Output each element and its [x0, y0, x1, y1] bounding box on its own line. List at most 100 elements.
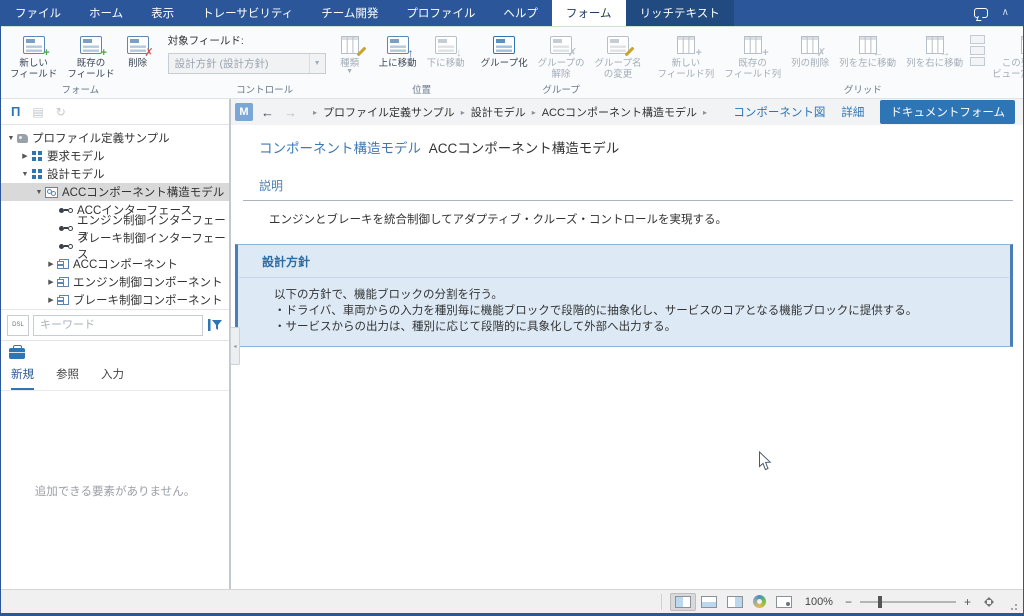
existing-field-column-button[interactable]: + 既存の フィールド列: [719, 29, 786, 82]
delete-column-button[interactable]: ✗ 列の削除: [786, 29, 834, 71]
arrow-down-icon: ↓: [456, 48, 462, 59]
description-text[interactable]: エンジンとブレーキを統合制御してアダプティブ・クルーズ・コントロールを実現する。: [269, 213, 1013, 228]
tab-view[interactable]: 表示: [137, 0, 188, 26]
breadcrumb-item[interactable]: プロファイル定義サンプル: [323, 104, 455, 120]
single-pane-icon: [675, 596, 691, 608]
move-down-button[interactable]: ↓ 下に移動: [422, 29, 470, 71]
close-pane-button[interactable]: [771, 593, 797, 611]
zoom-slider[interactable]: [860, 601, 956, 603]
existing-field-button[interactable]: + 既存の フィールド: [62, 29, 119, 82]
policy-section-header[interactable]: 設計方針: [238, 245, 1010, 277]
layout-single-pane-button[interactable]: [670, 593, 696, 611]
expander-icon[interactable]: ▼: [19, 171, 31, 178]
model-icon: [32, 169, 36, 173]
new-field-button[interactable]: + 新しい フィールド: [5, 29, 62, 82]
field-type-button[interactable]: 種類 ▼: [332, 29, 368, 77]
collapse-ribbon-icon[interactable]: ∧: [1002, 8, 1009, 18]
feedback-icon[interactable]: [974, 8, 988, 18]
collapse-sidebar-handle[interactable]: ◂: [230, 327, 240, 365]
delete-field-button[interactable]: ✗ 削除: [120, 29, 156, 71]
breadcrumb-item[interactable]: 設計モデル: [471, 104, 526, 120]
sync-icon[interactable]: ↻: [56, 106, 66, 118]
tab-richtext[interactable]: リッチテキスト: [626, 0, 734, 26]
forward-button[interactable]: →: [282, 106, 299, 119]
target-field-combobox[interactable]: 設計方針 (設計方針) ▼: [168, 53, 326, 74]
back-button[interactable]: ←: [259, 106, 276, 119]
traceability-view-button[interactable]: [748, 592, 771, 611]
policy-text[interactable]: 以下の方針で、機能ブロックの分割を行う。 ・ドライバ、車両からの入力を種別毎に機…: [238, 278, 1010, 346]
toolbox-tabs: 新規 参照 入力: [1, 365, 229, 391]
close-pane-icon: [776, 596, 792, 608]
zoom-slider-thumb[interactable]: [878, 596, 882, 608]
expander-icon[interactable]: ▼: [33, 189, 45, 196]
tab-team[interactable]: チーム開発: [307, 0, 392, 26]
page-title: コンポーネント構造モデル ACCコンポーネント構造モデル: [259, 137, 1023, 157]
diagram-icon: [45, 187, 58, 198]
zoom-in-button[interactable]: +: [960, 595, 975, 609]
x-icon: ✗: [817, 48, 826, 59]
zoom-out-button[interactable]: −: [841, 595, 856, 609]
group-label-control: コントロール: [162, 83, 368, 98]
move-column-left-button[interactable]: ← 列を左に移動: [834, 29, 901, 71]
expander-icon[interactable]: ▶: [45, 278, 57, 286]
breadcrumb-item[interactable]: ACCコンポーネント構造モデル: [542, 104, 697, 120]
expander-icon[interactable]: ▶: [19, 152, 31, 160]
expander-icon[interactable]: ▶: [45, 296, 57, 304]
tree-item-engine-component[interactable]: ▶ エンジン制御コンポーネント: [1, 273, 229, 291]
model-type-label: コンポーネント構造モデル: [259, 141, 421, 156]
set-columns-as-view-button[interactable]: ✓ この列構成を ビュー定義にする: [987, 29, 1024, 82]
interface-icon: [59, 226, 73, 231]
group-button[interactable]: グループ化: [476, 29, 533, 71]
tab-profile[interactable]: プロファイル: [392, 0, 489, 26]
description-section-header[interactable]: 説明: [259, 177, 1013, 194]
model-tree-icon[interactable]: Π: [11, 105, 20, 118]
breadcrumb-arrow-icon: ▸: [703, 108, 707, 117]
arrow-up-icon: ↑: [408, 47, 414, 59]
tree-item-brake-component[interactable]: ▶ ブレーキ制御コンポーネント: [1, 291, 229, 309]
plus-icon: +: [762, 48, 768, 59]
tree-item-requirements[interactable]: ▶ 要求モデル: [1, 147, 229, 165]
resize-grip[interactable]: [1009, 598, 1017, 606]
rename-group-button[interactable]: グループ名 の変更: [590, 29, 647, 82]
layout-horizontal-split-button[interactable]: [696, 593, 722, 611]
breadcrumb-arrow-icon: ▸: [461, 108, 465, 117]
policy-section[interactable]: 設計方針 以下の方針で、機能ブロックの分割を行う。 ・ドライバ、車両からの入力を…: [235, 244, 1013, 347]
tree-item-root[interactable]: ▼ プロファイル定義サンプル: [1, 129, 229, 147]
layout-vertical-split-button[interactable]: [722, 593, 748, 611]
pan-icon[interactable]: [981, 594, 997, 610]
new-field-column-button[interactable]: + 新しい フィールド列: [652, 29, 719, 82]
tab-home[interactable]: ホーム: [75, 0, 137, 26]
tab-traceability[interactable]: トレーサビリティ: [188, 0, 307, 26]
profile-icon: [17, 134, 28, 143]
traceability-icon: [753, 595, 766, 608]
model-icon: [32, 151, 36, 155]
toolbox-icon: [9, 348, 25, 359]
copy-icon[interactable]: ▤: [32, 106, 43, 118]
tree-item-brake-interface[interactable]: ブレーキ制御インターフェース: [1, 237, 229, 255]
tree-item-design[interactable]: ▼ 設計モデル: [1, 165, 229, 183]
tab-file[interactable]: ファイル: [1, 0, 75, 26]
view-link-component-diagram[interactable]: コンポーネント図: [733, 104, 825, 120]
x-icon: ✗: [568, 48, 577, 59]
dsl-icon[interactable]: DSL: [7, 315, 29, 336]
chevron-down-icon: ▼: [346, 69, 353, 75]
filter-icon[interactable]: [207, 317, 223, 333]
tree-item-acc-structure-model[interactable]: ▼ ACCコンポーネント構造モデル: [1, 183, 229, 201]
expander-icon[interactable]: ▼: [5, 135, 17, 142]
keyword-search-input[interactable]: [33, 315, 203, 336]
move-column-right-button[interactable]: → 列を右に移動: [901, 29, 968, 71]
ribbon-group-position: ↑ 上に移動 ↓ 下に移動 位置: [372, 29, 472, 98]
ungroup-button[interactable]: ✗ グループの 解除: [533, 29, 590, 82]
view-link-details[interactable]: 詳細: [841, 104, 864, 120]
navigator-toolbar: Π ▤ ↻: [1, 99, 229, 125]
tab-help[interactable]: ヘルプ: [489, 0, 552, 26]
tab-reference[interactable]: 参照: [56, 366, 79, 390]
expander-icon[interactable]: ▶: [45, 260, 57, 268]
tab-new[interactable]: 新規: [11, 366, 34, 390]
plus-icon: +: [695, 48, 701, 59]
tab-input[interactable]: 入力: [101, 366, 124, 390]
move-up-button[interactable]: ↑ 上に移動: [374, 29, 422, 71]
tab-form[interactable]: フォーム: [552, 0, 626, 26]
model-name-label: ACCコンポーネント構造モデル: [429, 141, 620, 156]
view-button-document-form[interactable]: ドキュメントフォーム: [880, 100, 1015, 124]
